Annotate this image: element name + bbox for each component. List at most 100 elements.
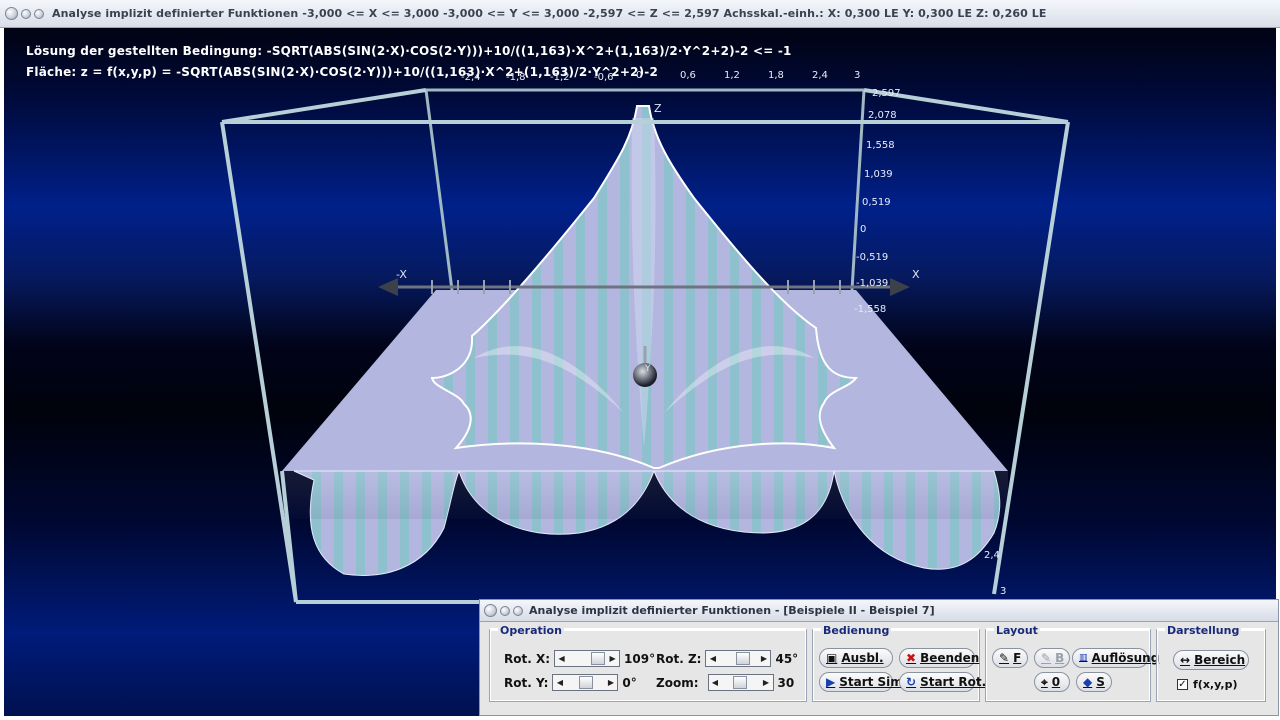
hide-window-icon: ▣: [826, 651, 838, 665]
equation-condition: Lösung der gestellten Bedingung: -SQRT(A…: [26, 44, 792, 58]
x-tick-label: 0: [636, 70, 643, 81]
z-tick-label: 1,039: [864, 169, 893, 180]
bereich-label: Bereich: [1194, 653, 1246, 667]
rot-z-row: Rot. Z: ◀ ▶ 45°: [656, 650, 798, 667]
rot-z-slider[interactable]: ◀ ▶: [705, 650, 772, 667]
x-tick-label: 1,2: [724, 70, 740, 81]
z-axis-label: Z: [654, 102, 662, 115]
z-tick-label: 2,597: [872, 88, 901, 99]
y-axis-label: Y: [645, 364, 651, 374]
rot-x-slider[interactable]: ◀ ▶: [554, 650, 621, 667]
paint-icon: ✎: [999, 651, 1010, 665]
zoom-row: Zoom: ◀ ▶ 30: [656, 674, 794, 691]
window-maximize-button[interactable]: [34, 8, 44, 19]
z-tick-label: 2,078: [868, 110, 897, 121]
window-minimize-button[interactable]: [21, 8, 31, 19]
title-bar: Analyse implizit definierter Funktionen …: [0, 0, 1280, 28]
range-icon: ↔: [1180, 653, 1191, 667]
x-axis-label-positive: X: [912, 268, 920, 281]
x-tick-label: -1,8: [506, 72, 526, 83]
darstellung-group-label: Darstellung: [1165, 624, 1242, 637]
layout-zero-button[interactable]: ⌖ 0: [1034, 672, 1070, 692]
slider-thumb[interactable]: [732, 676, 747, 689]
ausblenden-button[interactable]: ▣ Ausbl.: [819, 648, 893, 668]
operation-group: Operation Rot. X: ◀ ▶ 109° Rot. Y: ◀ ▶ 0° …: [489, 624, 807, 702]
grid-resolution-icon: ▥: [1079, 653, 1088, 663]
rot-x-row: Rot. X: ◀ ▶ 109°: [504, 650, 655, 667]
beenden-button[interactable]: ✖ Beenden: [899, 648, 979, 668]
rot-z-value: 45°: [775, 651, 799, 666]
aufloesung-button[interactable]: ▥ Auflösung: [1072, 648, 1159, 668]
x-axis-label-negative: -X: [396, 268, 407, 281]
z-tick-label: 0,519: [862, 197, 891, 208]
zoom-slider[interactable]: ◀ ▶: [707, 674, 774, 691]
main-window: Analyse implizit definierter Funktionen …: [0, 0, 1280, 720]
z-tick-label: -0,519: [856, 252, 889, 263]
rot-y-value: 0°: [622, 675, 637, 690]
fxyp-checkbox-row[interactable]: ✓ f(x,y,p): [1177, 678, 1237, 691]
operation-group-label: Operation: [498, 624, 564, 637]
bedienung-group-label: Bedienung: [821, 624, 892, 637]
eraser-icon: ◆: [1083, 675, 1093, 689]
close-icon: ✖: [906, 651, 917, 665]
scroll-left-arrow-icon[interactable]: ◀: [710, 675, 721, 690]
x-tick-label: -1,2: [550, 72, 570, 83]
slider-thumb[interactable]: [736, 652, 751, 665]
rot-y-slider[interactable]: ◀ ▶: [552, 674, 619, 691]
layout-b-label: B: [1055, 651, 1065, 665]
panel-maximize-button[interactable]: [513, 605, 523, 616]
rot-z-label: Rot. Z:: [656, 651, 702, 666]
scroll-left-arrow-icon[interactable]: ◀: [554, 675, 565, 690]
origin-crosshair-icon: ⌖: [1041, 674, 1048, 689]
z-tick-label: 1,558: [866, 140, 895, 151]
surface-shade: [282, 471, 1008, 519]
panel-minimize-button[interactable]: [500, 605, 510, 616]
beenden-label: Beenden: [920, 651, 980, 665]
zoom-label: Zoom:: [656, 675, 699, 690]
scroll-right-arrow-icon[interactable]: ▶: [605, 675, 616, 690]
layout-group-label: Layout: [994, 624, 1040, 637]
brush-icon: ✎: [1041, 651, 1052, 665]
window-title: Analyse implizit definierter Funktionen …: [52, 7, 1047, 20]
layout-b-button[interactable]: ✎ B: [1034, 648, 1070, 668]
control-panel-title: Analyse implizit definierter Funktionen …: [529, 604, 935, 617]
rot-y-label: Rot. Y:: [504, 675, 549, 690]
z-tick-label: 0: [860, 224, 867, 235]
z-tick-label: -1,039: [856, 278, 889, 289]
x-tick-label: -0,6: [594, 72, 614, 83]
rot-x-label: Rot. X:: [504, 651, 551, 666]
control-panel-title-bar: Analyse implizit definierter Funktionen …: [480, 600, 1278, 622]
z-tick-label: -1,558: [854, 304, 887, 315]
x-axis-arrow-right: [890, 278, 910, 296]
slider-thumb[interactable]: [591, 652, 606, 665]
scroll-right-arrow-icon[interactable]: ▶: [758, 651, 769, 666]
x-axis-arrow-left: [378, 278, 398, 296]
corner-tick-label: 3: [1000, 586, 1007, 597]
x-tick-label: -2,4: [461, 72, 481, 83]
x-tick-label: 1,8: [768, 70, 784, 81]
bedienung-group: Bedienung ▣ Ausbl. ✖ Beenden ▶ Start Sim. ↻…: [812, 624, 986, 702]
window-menu-button[interactable]: [5, 7, 18, 20]
corner-tick-label: 2,4: [984, 550, 1000, 561]
slider-thumb[interactable]: [579, 676, 594, 689]
play-icon: ▶: [826, 675, 836, 689]
start-simulation-button[interactable]: ▶ Start Sim.: [819, 672, 907, 692]
x-tick-label: 0,6: [680, 70, 696, 81]
layout-f-label: F: [1013, 651, 1022, 665]
start-rotation-button[interactable]: ↻ Start Rot.: [899, 672, 986, 692]
scroll-right-arrow-icon[interactable]: ▶: [761, 675, 772, 690]
aufloesung-label: Auflösung: [1091, 651, 1160, 665]
fxyp-checkbox[interactable]: ✓: [1177, 679, 1188, 690]
layout-group: Layout ✎ F ✎ B ▥ Auflösung ⌖ 0 ◆ S: [985, 624, 1159, 702]
scroll-right-arrow-icon[interactable]: ▶: [607, 651, 618, 666]
ausblenden-label: Ausbl.: [841, 651, 884, 665]
scroll-left-arrow-icon[interactable]: ◀: [556, 651, 567, 666]
bereich-button[interactable]: ↔ Bereich: [1173, 650, 1249, 670]
control-panel-window: Analyse implizit definierter Funktionen …: [479, 599, 1279, 716]
zoom-value: 30: [777, 675, 795, 690]
panel-menu-button[interactable]: [484, 604, 497, 617]
rot-y-row: Rot. Y: ◀ ▶ 0°: [504, 674, 637, 691]
layout-f-button[interactable]: ✎ F: [992, 648, 1028, 668]
scroll-left-arrow-icon[interactable]: ◀: [707, 651, 718, 666]
layout-s-button[interactable]: ◆ S: [1076, 672, 1112, 692]
